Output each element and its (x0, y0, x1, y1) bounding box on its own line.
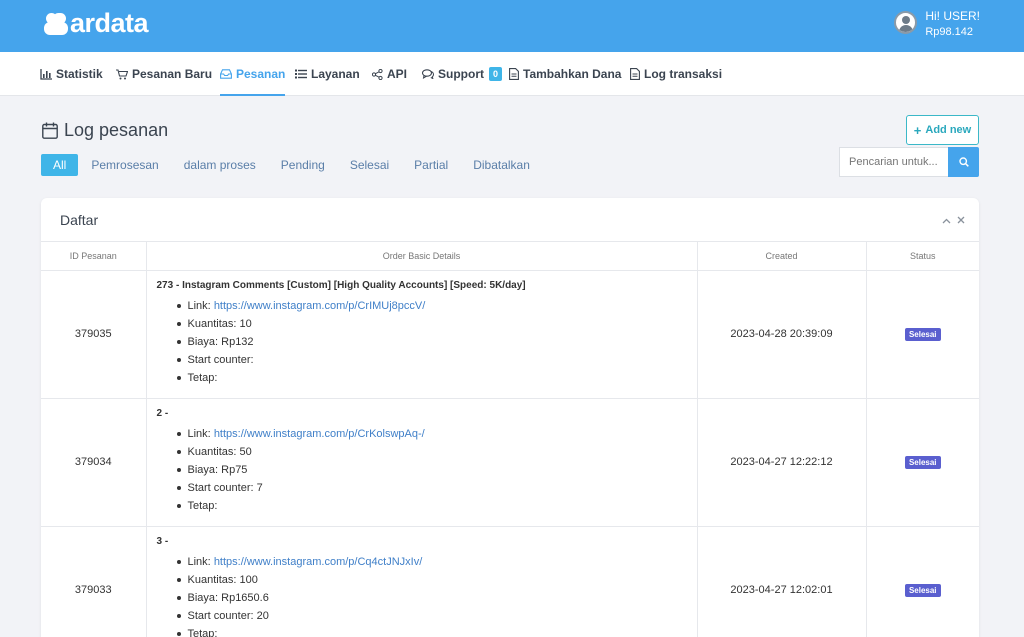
nav-statistik[interactable]: Statistik (40, 52, 103, 96)
order-cost: Biaya: Rp1650.6 (176, 589, 687, 607)
plus-icon: + (913, 122, 922, 138)
logo-text: ardata (70, 8, 149, 38)
user-balance: Rp98.142 (925, 26, 974, 38)
column-header-details: Order Basic Details (146, 242, 698, 271)
order-start-counter: Start counter: (176, 351, 687, 369)
logo-icon (44, 11, 68, 37)
calendar-icon (42, 122, 58, 139)
order-id: 379033 (41, 526, 147, 637)
nav-pesanan[interactable]: Pesanan (220, 52, 286, 96)
page-title-text: Log pesanan (64, 120, 169, 140)
column-header-id: ID Pesanan (41, 242, 147, 271)
order-link-item: Link: https://www.instagram.com/p/Cq4ctJ… (176, 553, 687, 571)
filter-pending[interactable]: Pending (269, 154, 337, 176)
order-details: 2 - Link: https://www.instagram.com/p/Cr… (146, 398, 698, 527)
order-remains: Tetap: (176, 369, 687, 387)
column-header-status: Status (866, 242, 979, 271)
order-link-item: Link: https://www.instagram.com/p/CrKols… (176, 425, 687, 443)
order-created: 2023-04-28 20:39:09 (697, 270, 867, 399)
avatar (894, 11, 918, 34)
list-icon (295, 69, 307, 79)
order-id: 379034 (41, 398, 147, 527)
table-row: 379034 2 - Link: https://www.instagram.c… (41, 398, 979, 527)
document-icon (509, 68, 519, 80)
page-title: Log pesanan (42, 120, 168, 141)
document-icon (630, 68, 640, 80)
order-link[interactable]: https://www.instagram.com/p/CrIMUj8pccV/ (214, 300, 426, 312)
logo[interactable]: ardata (44, 8, 149, 39)
order-service: 2 - (156, 407, 169, 419)
add-new-label: Add new (925, 124, 972, 136)
order-link[interactable]: https://www.instagram.com/p/CrKolswpAq-/ (214, 428, 425, 440)
nav-label: API (387, 67, 408, 81)
nav-label: Tambahkan Dana (523, 67, 622, 81)
user-menu[interactable]: Hi! USER! Rp98.142 (894, 9, 980, 39)
nav-log-transaksi[interactable]: Log transaksi (630, 52, 722, 96)
order-link-label: Link: (187, 555, 211, 568)
order-link-item: Link: https://www.instagram.com/p/CrIMUj… (176, 297, 687, 315)
filter-partial[interactable]: Partial (402, 154, 460, 176)
cart-icon (116, 68, 128, 79)
order-remains: Tetap: (176, 625, 687, 637)
order-id: 379035 (41, 270, 147, 399)
support-badge: 0 (489, 67, 503, 81)
nav-label: Pesanan Baru (132, 67, 213, 81)
table-row: 379035 273 - Instagram Comments [Custom]… (41, 270, 979, 399)
nav-api[interactable]: API (372, 52, 407, 96)
nav-label: Support (438, 67, 484, 81)
search-button[interactable] (948, 147, 979, 177)
search-input[interactable] (839, 147, 949, 177)
nav-label: Layanan (311, 67, 360, 81)
collapse-icon[interactable] (942, 213, 951, 227)
filter-all[interactable]: All (41, 154, 79, 176)
nav-label: Log transaksi (644, 67, 723, 81)
order-created: 2023-04-27 12:22:12 (697, 398, 867, 527)
orders-table: ID Pesanan Order Basic Details Created S… (41, 242, 979, 637)
order-link-label: Link: (187, 299, 211, 312)
nav-tambahkan-dana[interactable]: Tambahkan Dana (509, 52, 621, 96)
filter-selesai[interactable]: Selesai (338, 154, 401, 176)
status-badge: Selesai (904, 327, 941, 341)
status-badge: Selesai (904, 455, 941, 469)
order-created: 2023-04-27 12:02:01 (697, 526, 867, 637)
bar-chart-icon (40, 68, 52, 80)
user-greeting: Hi! USER! (925, 9, 980, 23)
close-icon[interactable] (957, 213, 965, 227)
share-icon (372, 68, 383, 80)
nav-support[interactable]: Support 0 (422, 52, 503, 96)
filter-dalam-proses[interactable]: dalam proses (172, 154, 268, 176)
inbox-icon (220, 69, 232, 79)
top-header: ardata Hi! USER! Rp98.142 (0, 0, 1024, 52)
filter-pemrosesan[interactable]: Pemrosesan (79, 154, 170, 176)
table-row: 379033 3 - Link: https://www.instagram.c… (41, 526, 979, 637)
card-title: Daftar (60, 212, 99, 228)
search-icon (958, 157, 969, 167)
chat-icon (422, 69, 434, 79)
order-details: 273 - Instagram Comments [Custom] [High … (146, 270, 698, 399)
nav-pesanan-baru[interactable]: Pesanan Baru (116, 52, 212, 96)
nav-label: Pesanan (236, 67, 286, 81)
nav-label: Statistik (56, 67, 103, 81)
order-start-counter: Start counter: 7 (176, 479, 687, 497)
add-new-button[interactable]: + Add new (906, 115, 979, 145)
order-cost: Biaya: Rp75 (176, 461, 687, 479)
order-remains: Tetap: (176, 497, 687, 515)
filter-dibatalkan[interactable]: Dibatalkan (461, 154, 542, 176)
order-start-counter: Start counter: 20 (176, 607, 687, 625)
column-header-created: Created (697, 242, 867, 271)
order-details: 3 - Link: https://www.instagram.com/p/Cq… (146, 526, 698, 637)
main-nav: Statistik Pesanan Baru Pesanan Layanan A… (0, 52, 1024, 96)
order-quantity: Kuantitas: 10 (176, 315, 687, 333)
order-link-label: Link: (187, 427, 211, 440)
order-service: 3 - (156, 535, 169, 547)
order-service: 273 - Instagram Comments [Custom] [High … (156, 279, 526, 291)
order-link[interactable]: https://www.instagram.com/p/Cq4ctJNJxIv/ (214, 556, 422, 568)
nav-layanan[interactable]: Layanan (295, 52, 360, 96)
order-quantity: Kuantitas: 50 (176, 443, 687, 461)
order-quantity: Kuantitas: 100 (176, 571, 687, 589)
status-filter-tabs: All Pemrosesan dalam proses Pending Sele… (41, 154, 543, 176)
orders-card: Daftar ID Pesanan Order Basic Details Cr… (41, 198, 979, 637)
order-cost: Biaya: Rp132 (176, 333, 687, 351)
status-badge: Selesai (904, 583, 941, 597)
